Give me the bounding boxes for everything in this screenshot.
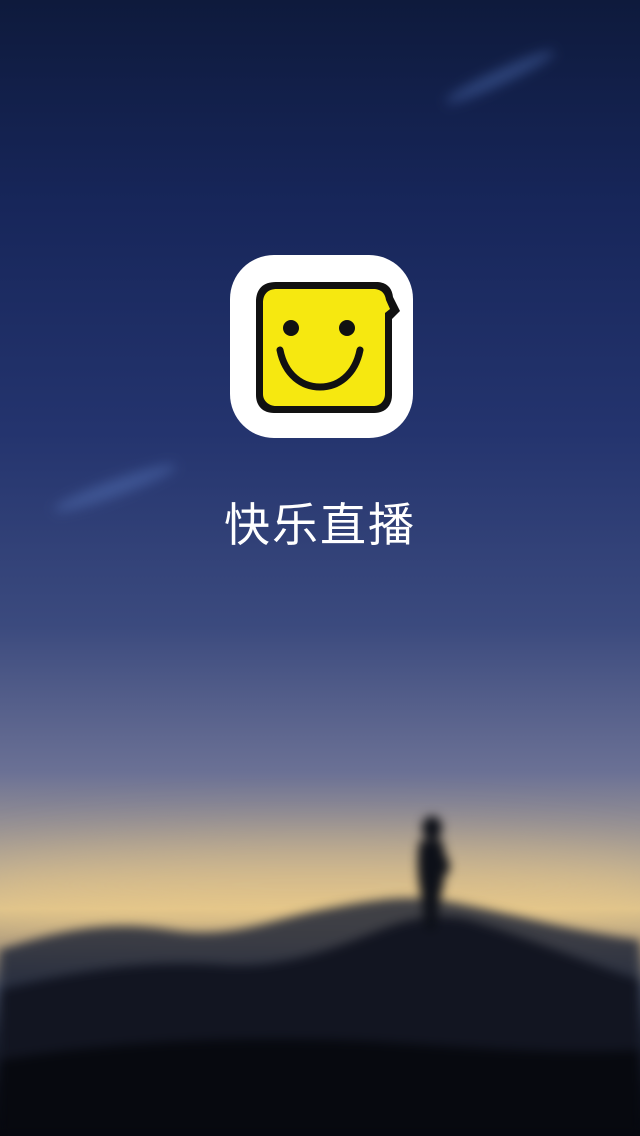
app-name: 快乐直播 <box>224 498 416 552</box>
mountain-silhouette <box>0 816 640 1136</box>
sky-streak <box>442 45 558 109</box>
app-logo <box>230 255 413 438</box>
splash-screen: 快乐直播 <box>0 0 640 1136</box>
smiley-speech-bubble-icon <box>256 282 400 413</box>
